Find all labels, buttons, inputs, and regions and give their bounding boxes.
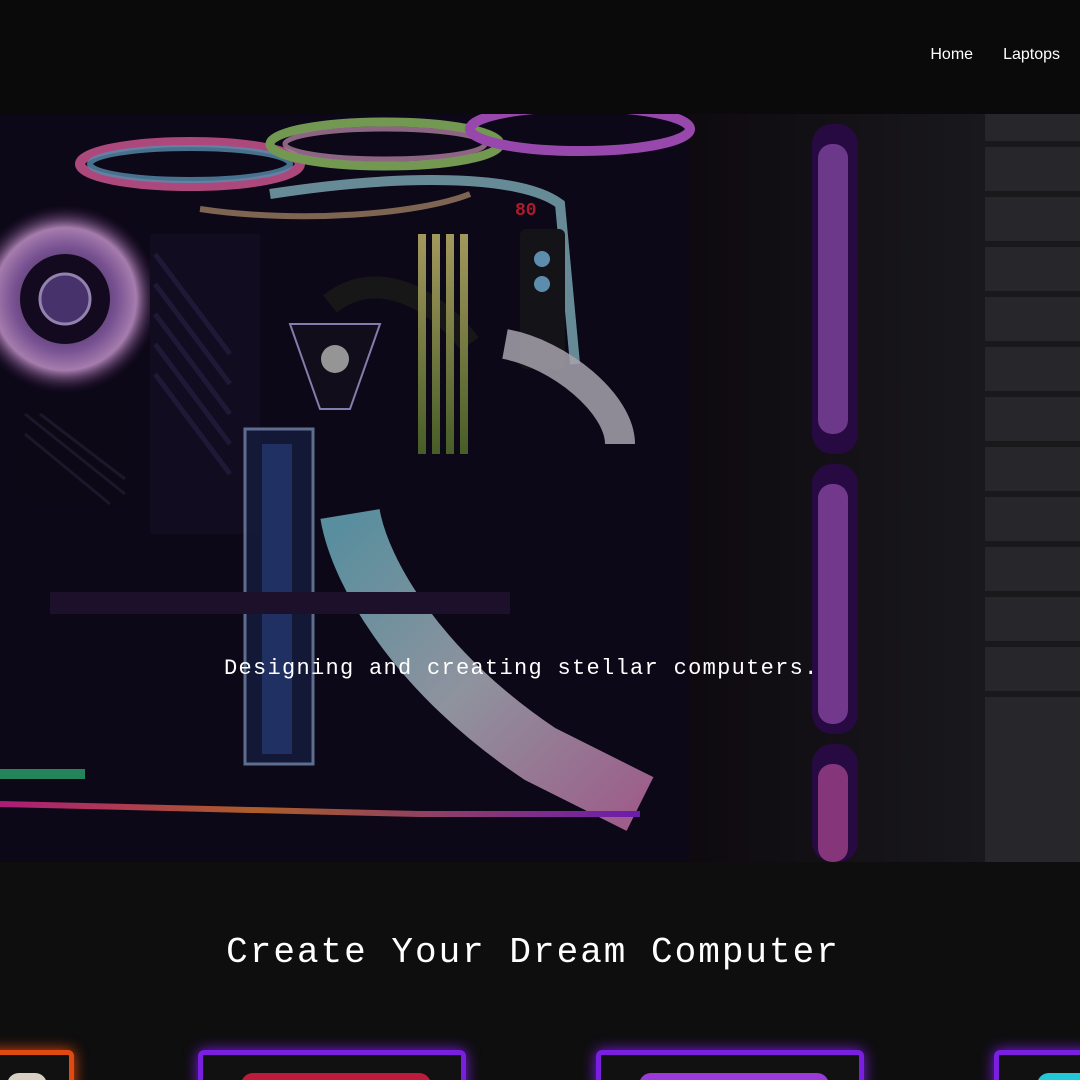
top-navbar: Home Laptops [0,0,1080,114]
hero-section: 80 Stardust Computers Designing and crea… [0,114,1080,862]
product-card-image [1037,1073,1080,1080]
build-section: Create Your Dream Computer [0,862,1080,1080]
section-heading: Create Your Dream Computer [226,932,840,973]
page: Home Laptops 80 Stardust Computers Desig… [0,0,1080,1080]
product-card[interactable] [0,1050,74,1080]
product-card[interactable] [198,1050,466,1080]
nav-link-laptops[interactable]: Laptops [1003,46,1060,64]
nav-links: Home Laptops [930,46,1060,64]
hero-subtitle: Designing and creating stellar computers… [224,656,819,681]
hero-title-text: Stardust Computers [76,544,1041,619]
product-card-image [241,1073,431,1080]
product-card[interactable] [596,1050,864,1080]
hero-background-image: 80 [0,114,1080,862]
nav-link-home[interactable]: Home [930,46,973,64]
product-card[interactable] [994,1050,1080,1080]
product-card-image [639,1073,829,1080]
product-card-image [7,1073,47,1080]
